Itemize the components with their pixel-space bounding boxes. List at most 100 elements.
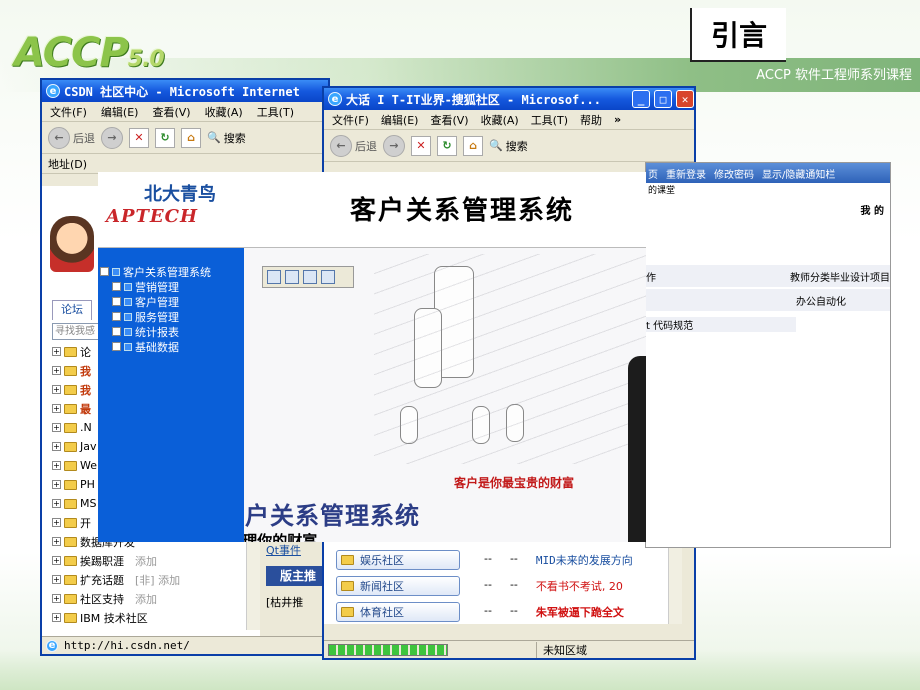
stop-icon[interactable]: ✕ <box>129 127 149 148</box>
menu-favorites[interactable]: 收藏(A) <box>481 112 519 128</box>
sohu-scrollbar[interactable] <box>668 540 682 624</box>
nav-root[interactable]: - 客户关系管理系统 <box>98 264 244 279</box>
forward-button[interactable]: → <box>101 126 123 149</box>
menu-help[interactable]: 帮助 <box>580 112 602 128</box>
home-icon[interactable]: ⌂ <box>463 135 483 156</box>
maximize-button[interactable]: □ <box>654 90 672 108</box>
menu-file[interactable]: 文件(F) <box>50 104 87 120</box>
nav-service[interactable]: + 服务管理 <box>98 309 244 324</box>
forum-tree-item[interactable]: + 挨踢职涯 添加 <box>42 551 260 570</box>
person-illustration <box>628 356 646 542</box>
crm-nav-tree: - 客户关系管理系统 + 营销管理 + 客户管理 + 服务管理 + 统计报表 + 基础数据 <box>98 248 244 542</box>
expand-icon[interactable]: + <box>52 518 61 527</box>
left-link-kj[interactable]: [枯井推 <box>266 594 303 610</box>
search-button[interactable]: 🔍 搜索 <box>207 130 246 146</box>
forum-tree-item[interactable]: + 扩充话题 [非] 添加 <box>42 570 260 589</box>
folder-icon <box>64 422 77 433</box>
folder-icon <box>64 365 77 376</box>
add-link[interactable]: 添加 <box>135 591 157 607</box>
sohu-titlebar[interactable]: e 大话 I T-IT业界-搜狐社区 - Microsof... _ □ ✕ <box>324 88 694 110</box>
stop-icon[interactable]: ✕ <box>411 135 431 156</box>
folder-icon <box>64 555 77 566</box>
menu-tools[interactable]: 工具(T) <box>531 112 568 128</box>
forum-tree-item[interactable]: + 社区支持 添加 <box>42 589 260 608</box>
expand-icon[interactable]: + <box>52 347 61 356</box>
save-icon[interactable] <box>267 270 281 284</box>
toggle-notice-link[interactable]: 显示/隐藏通知栏 <box>762 166 835 181</box>
news-link[interactable]: 不看书不考试, 20 <box>536 578 623 594</box>
forward-button[interactable]: → <box>383 134 405 157</box>
back-button[interactable]: ← 后退 <box>330 134 377 157</box>
expand-icon[interactable]: + <box>52 499 61 508</box>
expand-icon: + <box>112 312 121 321</box>
nav-marketing[interactable]: + 营销管理 <box>98 279 244 294</box>
crm-title: 客户关系管理系统 <box>350 196 575 226</box>
news-link[interactable]: MID未来的发展方向 <box>536 552 633 568</box>
export-icon[interactable] <box>321 270 335 284</box>
print-icon[interactable] <box>285 270 299 284</box>
folder-icon <box>64 517 77 528</box>
back-button[interactable]: ← 后退 <box>48 126 95 149</box>
search-button[interactable]: 🔍 搜索 <box>489 138 528 154</box>
menu-tools[interactable]: 工具(T) <box>257 104 294 120</box>
menu-view[interactable]: 查看(V) <box>430 112 468 128</box>
tab-forum[interactable]: 论坛 <box>52 300 92 320</box>
csdn-address-bar[interactable]: 地址(D) <box>42 154 328 174</box>
add-link[interactable]: [非] 添加 <box>135 572 180 588</box>
relogin-link[interactable]: 重新登录 <box>666 166 706 181</box>
forum-tree-item[interactable]: + IBM 技术社区 <box>42 608 260 627</box>
folder-icon <box>64 498 77 509</box>
course-title: ACCP 软件工程师系列课程 <box>756 68 912 83</box>
change-password-link[interactable]: 修改密码 <box>714 166 754 181</box>
admin-row-link[interactable]: 教师分类毕业设计项目 <box>790 269 890 284</box>
crm-main: 客户是你最宝贵的财富 欢迎使用客户关系管理系统 管理你的客户 管理你的财富 <box>244 248 646 542</box>
menu-favorites[interactable]: 收藏(A) <box>205 104 243 120</box>
folder-icon <box>124 282 132 291</box>
chevron-right-icon[interactable]: » <box>614 113 621 126</box>
expand-icon[interactable]: + <box>52 385 61 394</box>
nav-basedata[interactable]: + 基础数据 <box>98 339 244 354</box>
expand-icon[interactable]: + <box>52 575 61 584</box>
expand-icon[interactable]: + <box>52 423 61 432</box>
left-link-mod[interactable]: 版主推 <box>266 566 322 586</box>
expand-icon[interactable]: + <box>52 442 61 451</box>
admin-sub: 的课堂 <box>648 186 676 196</box>
expand-icon[interactable]: + <box>52 461 61 470</box>
admin-row-link[interactable]: 办公自动化 <box>796 293 846 308</box>
nav-reports[interactable]: + 统计报表 <box>98 324 244 339</box>
community-entertainment-button[interactable]: 娱乐社区 <box>336 550 460 570</box>
menu-file[interactable]: 文件(F) <box>332 112 369 128</box>
refresh-icon[interactable]: ↻ <box>155 127 175 148</box>
menu-edit[interactable]: 编辑(E) <box>381 112 419 128</box>
minimize-button[interactable]: _ <box>632 90 650 108</box>
expand-icon[interactable]: + <box>52 613 61 622</box>
expand-icon[interactable]: + <box>52 480 61 489</box>
expand-icon[interactable]: + <box>52 404 61 413</box>
expand-icon[interactable]: + <box>52 556 61 565</box>
mail-icon[interactable] <box>303 270 317 284</box>
home-icon[interactable]: ⌂ <box>181 127 201 148</box>
csdn-menubar: 文件(F) 编辑(E) 查看(V) 收藏(A) 工具(T) <box>42 102 328 122</box>
forum-tree-label: 我 <box>80 364 91 378</box>
folder-icon <box>124 327 132 336</box>
news-link[interactable]: 朱军被逼下跪全文 <box>536 604 624 620</box>
search-input[interactable]: 寻找我感 <box>52 323 104 340</box>
expand-icon[interactable]: + <box>52 537 61 546</box>
admin-me: 我 的 <box>860 206 884 217</box>
community-news-button[interactable]: 新闻社区 <box>336 576 460 596</box>
menu-edit[interactable]: 编辑(E) <box>101 104 139 120</box>
slide-title: 引言 <box>690 8 786 62</box>
add-link[interactable]: 添加 <box>135 553 157 569</box>
nav-customers[interactable]: + 客户管理 <box>98 294 244 309</box>
close-button[interactable]: ✕ <box>676 90 694 108</box>
expand-icon[interactable]: + <box>52 366 61 375</box>
progress-bar <box>328 643 448 656</box>
welcome-text: 欢迎使用客户关系管理系统 <box>244 502 420 530</box>
community-sports-button[interactable]: 体育社区 <box>336 602 460 622</box>
menu-view[interactable]: 查看(V) <box>152 104 190 120</box>
expand-icon[interactable]: + <box>52 594 61 603</box>
slogan-text: 客户是你最宝贵的财富 <box>454 476 575 490</box>
left-link-qt[interactable]: Qt事件 <box>266 542 301 558</box>
csdn-titlebar[interactable]: e CSDN 社区中心 - Microsoft Internet <box>42 80 328 102</box>
refresh-icon[interactable]: ↻ <box>437 135 457 156</box>
